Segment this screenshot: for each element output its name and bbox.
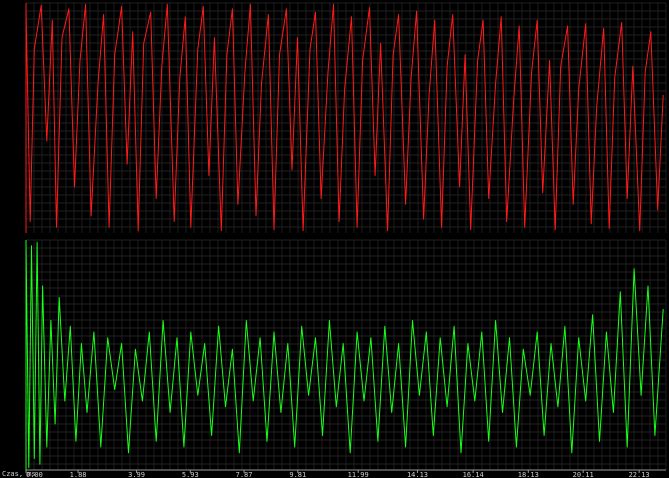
x-axis-label: Czas, ms <box>2 470 36 478</box>
x-tick-label: 3.99 <box>128 471 145 478</box>
x-tick-label: 16.14 <box>463 471 484 478</box>
x-tick-label: 14.13 <box>407 471 428 478</box>
x-tick-label: 9.81 <box>289 471 306 478</box>
x-tick-label: 11.99 <box>348 471 369 478</box>
x-tick-label: 20.11 <box>573 471 594 478</box>
x-tick-label: 18.13 <box>518 471 539 478</box>
x-tick-label: 22.13 <box>629 471 650 478</box>
x-tick-label: 5.93 <box>182 471 199 478</box>
oscilloscope-chart: 0.00 1.88 3.99 5.93 7.87 9.81 11.99 14.13 16.14 1… <box>0 0 669 478</box>
x-tick-label: 1.88 <box>70 471 87 478</box>
x-tick-label: 7.87 <box>236 471 253 478</box>
